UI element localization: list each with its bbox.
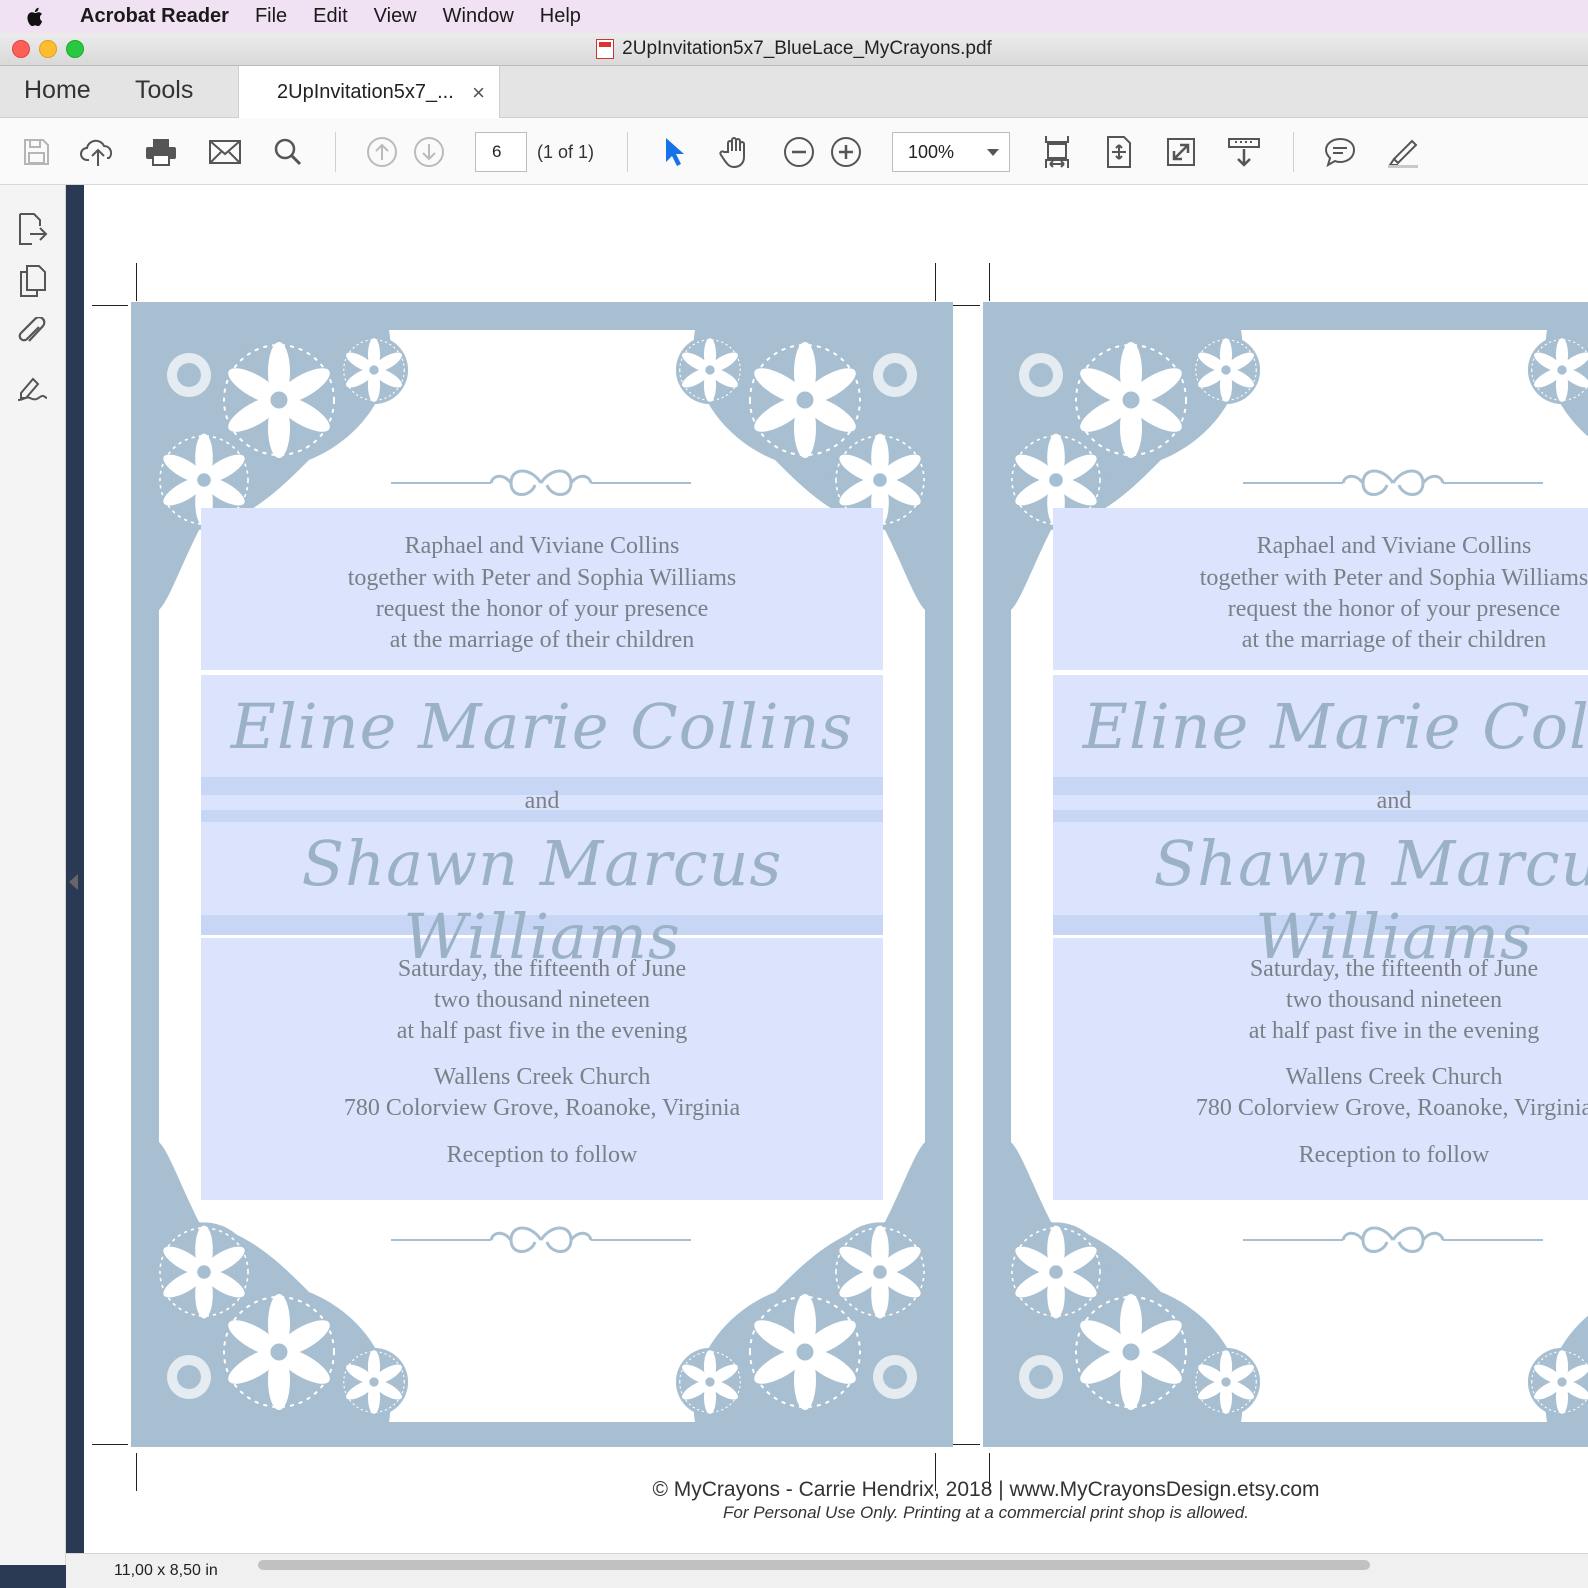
bride-name: Eline Marie Collins (1082, 690, 1588, 763)
usage-note-footer: For Personal Use Only. Printing at a com… (723, 1503, 1249, 1522)
venue-line-2: 780 Colorview Grove, Roanoke, Virginia (343, 1095, 741, 1121)
invitation-card-left: Raphael and Viviane Collins together wit… (131, 302, 953, 1447)
host-line-2: together with Peter and Sophia Williams (347, 565, 737, 591)
upload-cloud-icon[interactable] (78, 132, 118, 172)
venue-line-1: Wallens Creek Church (433, 1064, 651, 1090)
email-icon[interactable] (205, 132, 245, 172)
close-tab-icon[interactable]: × (472, 80, 485, 106)
page-size-label: 11,00 x 8,50 in (114, 1562, 218, 1579)
tab-document-label: 2UpInvitation5x7_... (277, 80, 454, 103)
host-line-2: together with Peter and Sophia Williams (1199, 565, 1588, 591)
save-icon[interactable] (16, 132, 56, 172)
zoom-out-icon[interactable] (779, 132, 819, 172)
highlight-icon[interactable] (1383, 132, 1423, 172)
menu-window[interactable]: Window (443, 5, 514, 28)
tab-bar: Home Tools 2UpInvitation5x7_... × (0, 66, 1588, 118)
menu-edit[interactable]: Edit (313, 5, 347, 28)
collapse-panel-icon[interactable] (69, 874, 78, 890)
tab-tools[interactable]: Tools (135, 76, 193, 105)
left-navigation-rail (0, 185, 66, 1565)
host-line-1: Raphael and Viviane Collins (404, 533, 680, 559)
mac-menubar: Acrobat Reader File Edit View Window Hel… (0, 0, 1588, 33)
host-line-3: request the honor of your presence (1227, 596, 1561, 622)
menu-help[interactable]: Help (540, 5, 581, 28)
search-icon[interactable] (268, 132, 308, 172)
date-line-3: at half past five in the evening (1248, 1018, 1540, 1044)
reception-text: Reception to follow (1298, 1142, 1490, 1168)
toolbar: 6 (1 of 1) 100% (0, 118, 1588, 185)
host-line-4: at the marriage of their children (1241, 627, 1547, 653)
fit-width-icon[interactable] (1037, 132, 1077, 172)
window-title: 2UpInvitation5x7_BlueLace_MyCrayons.pdf (0, 38, 1588, 60)
and-text: and (524, 788, 560, 814)
date-line-3: at half past five in the evening (396, 1018, 688, 1044)
page-count: (1 of 1) (537, 142, 595, 162)
toolbar-separator (335, 132, 336, 172)
toolbar-separator (1293, 132, 1294, 172)
print-icon[interactable] (141, 132, 181, 172)
date-line-1: Saturday, the fifteenth of June (1249, 956, 1539, 982)
page-up-icon[interactable] (362, 132, 402, 172)
document-view[interactable]: Raphael and Viviane Collins together wit… (84, 185, 1588, 1553)
venue-line-1: Wallens Creek Church (1285, 1064, 1503, 1090)
zoom-in-icon[interactable] (826, 132, 866, 172)
zoom-level-select[interactable]: 100% (892, 132, 1010, 172)
apple-icon[interactable] (26, 5, 66, 29)
date-line-2: two thousand nineteen (434, 987, 650, 1013)
attachments-icon[interactable] (12, 313, 52, 353)
menu-view[interactable]: View (374, 5, 417, 28)
copyright-footer: © MyCrayons - Carrie Hendrix, 2018 | www… (652, 1478, 1320, 1501)
crop-mark (935, 263, 936, 301)
select-arrow-icon[interactable] (654, 132, 694, 172)
date-line-2: two thousand nineteen (1286, 987, 1502, 1013)
host-line-4: at the marriage of their children (389, 627, 695, 653)
page-number-input[interactable]: 6 (475, 132, 527, 172)
bride-name: Eline Marie Collins (230, 690, 854, 763)
export-pdf-icon[interactable] (12, 209, 52, 249)
crop-mark (92, 1444, 128, 1445)
crop-mark (92, 305, 128, 306)
and-text: and (1376, 788, 1412, 814)
pdf-file-icon (596, 39, 615, 59)
zoom-level-value: 100% (908, 141, 955, 162)
host-line-1: Raphael and Viviane Collins (1256, 533, 1532, 559)
window-title-text: 2UpInvitation5x7_BlueLace_MyCrayons.pdf (622, 38, 992, 59)
crop-mark (136, 263, 137, 301)
fullscreen-icon[interactable] (1161, 132, 1201, 172)
tab-home[interactable]: Home (24, 76, 91, 105)
flourish-divider-top (391, 469, 691, 496)
menu-app-name[interactable]: Acrobat Reader (80, 5, 229, 28)
invitation-paper: Raphael and Viviane Collins together wit… (159, 330, 925, 1422)
groom-name: Shawn Marcus Williams (301, 827, 783, 973)
flourish-divider-bottom (1243, 1226, 1543, 1253)
groom-name: Shawn Marcus Williams (1153, 827, 1588, 973)
menu-file[interactable]: File (255, 5, 287, 28)
chevron-down-icon (987, 149, 999, 156)
crop-mark (989, 263, 990, 301)
page-down-icon[interactable] (409, 132, 449, 172)
horizontal-scrollbar[interactable] (258, 1560, 1370, 1570)
tab-document[interactable]: 2UpInvitation5x7_... × (238, 66, 500, 118)
flourish-divider-bottom (391, 1226, 691, 1253)
invitation-card-right: Raphael and Viviane Collins together wit… (983, 302, 1588, 1447)
venue-line-2: 780 Colorview Grove, Roanoke, Virginia (1195, 1095, 1588, 1121)
page-thumbnails-icon[interactable] (12, 261, 52, 301)
flourish-divider-top (1243, 469, 1543, 496)
fit-page-icon[interactable] (1099, 132, 1139, 172)
fill-sign-icon[interactable] (12, 367, 52, 407)
window-titlebar: 2UpInvitation5x7_BlueLace_MyCrayons.pdf (0, 33, 1588, 66)
status-bar: 11,00 x 8,50 in (66, 1553, 1588, 1588)
invitation-paper: Raphael and Viviane Collins together wit… (1011, 330, 1588, 1422)
host-line-3: request the honor of your presence (375, 596, 709, 622)
date-line-1: Saturday, the fifteenth of June (397, 956, 687, 982)
toolbar-separator (627, 132, 628, 172)
hand-icon[interactable] (716, 132, 756, 172)
scroll-mode-icon[interactable] (1224, 132, 1264, 172)
reception-text: Reception to follow (446, 1142, 638, 1168)
comment-icon[interactable] (1320, 132, 1360, 172)
